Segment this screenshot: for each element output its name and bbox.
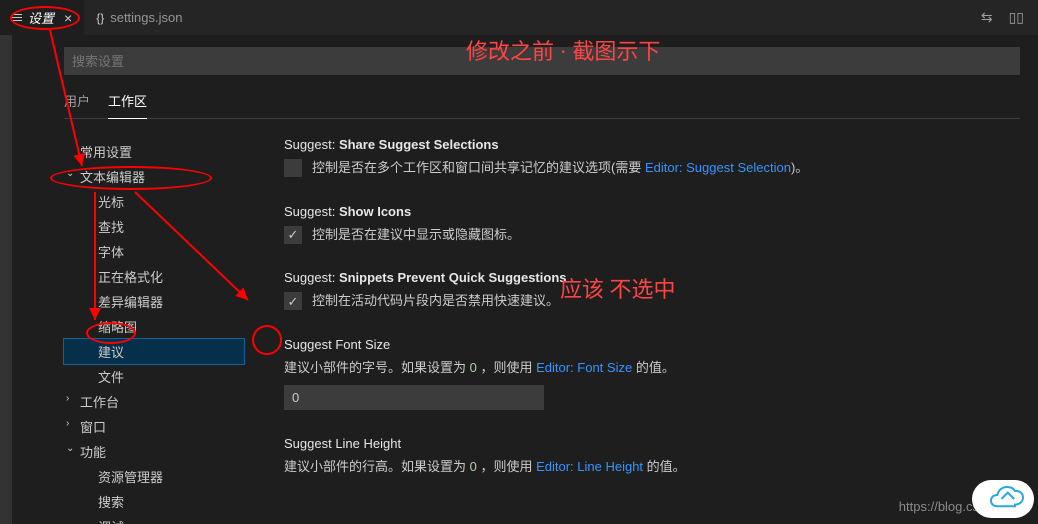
tab-label: 设置 bbox=[28, 8, 54, 27]
setting-snippets-prevent: Suggest: Snippets Prevent Quick Suggesti… bbox=[284, 270, 1020, 311]
tree-common[interactable]: 常用设置 bbox=[64, 139, 244, 164]
settings-tree: 常用设置 ⌄文本编辑器 光标 查找 字体 正在格式化 差异编辑器 缩略图 建议 … bbox=[64, 137, 244, 524]
setting-show-icons: Suggest: Show Icons 控制是否在建议中显示或隐藏图标。 bbox=[284, 204, 1020, 245]
input-suggest-font-size[interactable] bbox=[284, 385, 544, 410]
chevron-down-icon: ⌄ bbox=[66, 443, 74, 454]
chevron-right-icon: › bbox=[66, 418, 69, 429]
setting-suggest-font-size: Suggest Font Size 建议小部件的字号。如果设置为 0 ，则使用 … bbox=[284, 337, 1020, 411]
scope-tabs: 用户 工作区 bbox=[64, 91, 1020, 119]
link-font-size[interactable]: Editor: Font Size bbox=[536, 360, 632, 375]
checkbox-show-icons[interactable] bbox=[284, 226, 302, 244]
checkbox-snippets-prevent[interactable] bbox=[284, 292, 302, 310]
settings-menu-icon bbox=[12, 14, 22, 21]
tree-files[interactable]: 文件 bbox=[64, 364, 244, 389]
split-icon[interactable]: ▯▯ bbox=[1009, 9, 1024, 26]
tab-label: settings.json bbox=[110, 10, 182, 25]
tree-minimap[interactable]: 缩略图 bbox=[64, 314, 244, 339]
setting-suggest-line-height: Suggest Line Height 建议小部件的行高。如果设置为 0 ，则使… bbox=[284, 436, 1020, 477]
setting-share-suggest: Suggest: Share Suggest Selections 控制是否在多… bbox=[284, 137, 1020, 178]
chevron-down-icon: ⌄ bbox=[66, 168, 74, 179]
tree-suggestions[interactable]: 建议 bbox=[64, 339, 244, 364]
tree-font[interactable]: 字体 bbox=[64, 239, 244, 264]
tab-bar: 设置 × {} settings.json ⇆ ▯▯ bbox=[0, 0, 1038, 35]
json-icon: {} bbox=[96, 11, 104, 25]
tree-diff-editor[interactable]: 差异编辑器 bbox=[64, 289, 244, 314]
link-suggest-selection[interactable]: Editor: Suggest Selection bbox=[645, 160, 791, 175]
checkbox-share[interactable] bbox=[284, 159, 302, 177]
settings-pane: Suggest: Share Suggest Selections 控制是否在多… bbox=[244, 137, 1020, 524]
scope-user[interactable]: 用户 bbox=[64, 91, 90, 118]
search-input[interactable] bbox=[64, 47, 1020, 75]
tree-workbench[interactable]: ›工作台 bbox=[64, 389, 244, 414]
scope-workspace[interactable]: 工作区 bbox=[108, 91, 147, 119]
tree-explorer[interactable]: 资源管理器 bbox=[64, 464, 244, 489]
watermark-logo bbox=[972, 480, 1034, 518]
tree-search[interactable]: 搜索 bbox=[64, 489, 244, 514]
tree-features[interactable]: ⌄功能 bbox=[64, 439, 244, 464]
tree-window[interactable]: ›窗口 bbox=[64, 414, 244, 439]
close-icon[interactable]: × bbox=[64, 10, 72, 26]
tree-text-editor[interactable]: ⌄文本编辑器 bbox=[64, 164, 244, 189]
editor-actions: ⇆ ▯▯ bbox=[981, 9, 1038, 26]
tree-debug[interactable]: 调试 bbox=[64, 514, 244, 524]
chevron-right-icon: › bbox=[66, 393, 69, 404]
tab-settings-json[interactable]: {} settings.json bbox=[84, 0, 194, 35]
activity-bar-sliver bbox=[0, 35, 12, 524]
open-json-icon[interactable]: ⇆ bbox=[981, 9, 993, 26]
tree-formatting[interactable]: 正在格式化 bbox=[64, 264, 244, 289]
link-line-height[interactable]: Editor: Line Height bbox=[536, 459, 643, 474]
tree-cursor[interactable]: 光标 bbox=[64, 189, 244, 214]
tree-find[interactable]: 查找 bbox=[64, 214, 244, 239]
tab-settings[interactable]: 设置 × bbox=[0, 0, 84, 35]
